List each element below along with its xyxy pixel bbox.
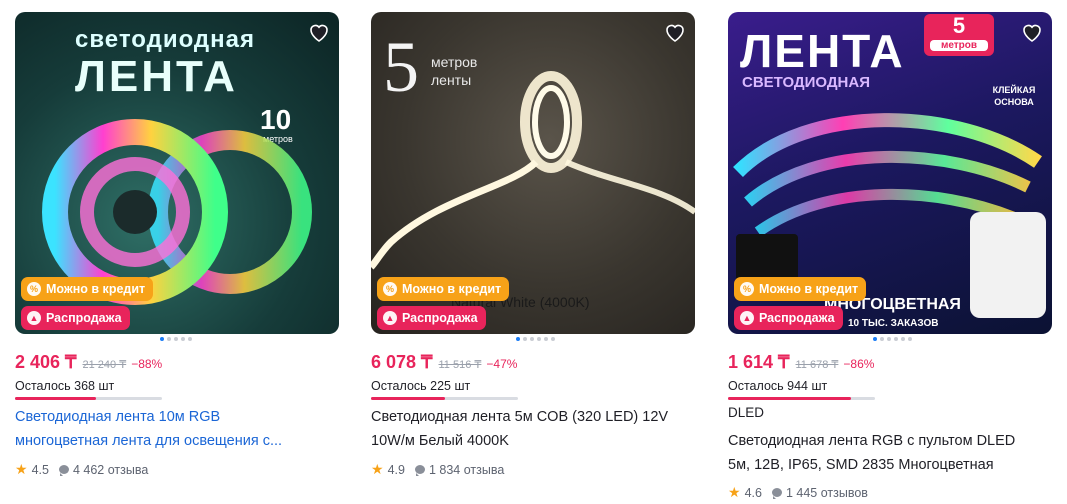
rating-value: 4.6 [744,485,762,500]
title-line[interactable]: 10W/м Белый 4000K [371,429,691,453]
carousel-dot[interactable] [901,337,905,341]
sale-badge: ▲ Распродажа [21,306,130,330]
carousel-dot[interactable] [887,337,891,341]
stock-left: Осталось 944 шт [728,379,828,393]
star-icon: ★ [728,484,741,500]
carousel-dot[interactable] [894,337,898,341]
discount: −88% [131,357,163,371]
discount: −47% [486,357,518,371]
favorite-heart-icon[interactable] [307,20,331,44]
reviews-count[interactable]: 4 462 отзыва [73,463,148,477]
carousel-dot[interactable] [551,337,555,341]
price-row: 2 406 ₸ 21 240 ₸ −88% [15,352,162,373]
carousel-dot[interactable] [873,337,877,341]
carousel-dot[interactable] [908,337,912,341]
credit-icon: % [27,282,41,296]
title-line[interactable]: Светодиодная лента 10м RGB [15,405,335,429]
product-card[interactable]: ЛЕНТА СВЕТОДИОДНАЯ 5 метров КЛЕЙКАЯ ОСНО… [728,12,1052,504]
stock-left: Осталось 225 шт [371,379,471,393]
sale-badge: ▲ Распродажа [377,306,486,330]
carousel-dot[interactable] [537,337,541,341]
brand-name[interactable]: DLED [728,405,764,420]
carousel-dot[interactable] [174,337,178,341]
carousel-dots[interactable] [516,337,555,341]
product-title[interactable]: Светодиодная лента 10м RGB многоцветная … [15,405,335,453]
product-image[interactable]: ЛЕНТА СВЕТОДИОДНАЯ 5 метров КЛЕЙКАЯ ОСНО… [728,12,1052,334]
stock-bar-fill [728,397,852,400]
rating-value: 4.9 [387,462,405,477]
rating-row: ★ 4.9 1 834 отзыва [371,461,504,478]
rating-value: 4.5 [31,462,49,477]
stock-bar-fill [15,397,96,400]
price-row: 1 614 ₸ 11 678 ₸ −86% [728,352,874,373]
stock-bar [728,397,875,400]
carousel-dot[interactable] [167,337,171,341]
reviews-count[interactable]: 1 834 отзыва [429,463,504,477]
reviews-bubble-icon [771,488,782,499]
title-line[interactable]: Светодиодная лента 5м COB (320 LED) 12V [371,405,691,429]
sale-badge-label: Распродажа [46,311,122,325]
reviews-count[interactable]: 1 445 отзывов [786,486,868,500]
carousel-dot[interactable] [181,337,185,341]
carousel-dots[interactable] [160,337,192,341]
fire-icon: ▲ [383,311,397,325]
old-price: 11 678 ₸ [795,359,839,371]
sale-badge-label: Распродажа [759,311,835,325]
carousel-dot[interactable] [530,337,534,341]
favorite-heart-icon[interactable] [1020,20,1044,44]
carousel-dot[interactable] [516,337,520,341]
credit-badge-label: Можно в кредит [46,282,146,296]
star-icon: ★ [371,461,384,477]
image-bottom-text2: 10 ТЫС. ЗАКАЗОВ [848,318,939,329]
sale-badge: ▲ Распродажа [734,306,843,330]
stock-left: Осталось 368 шт [15,379,115,393]
title-line[interactable]: многоцветная лента для освещения с... [15,429,335,453]
favorite-heart-icon[interactable] [663,20,687,44]
product-title[interactable]: Светодиодная лента RGB с пультом DLED 5м… [728,429,1048,477]
stock-bar [15,397,162,400]
product-image[interactable]: 5 метров ленты Natural White (4000K) % М… [371,12,695,334]
current-price: 2 406 ₸ [15,352,77,372]
product-image[interactable]: светодиодная ЛЕНТА 10 метров % Можно в к… [15,12,339,334]
product-card[interactable]: светодиодная ЛЕНТА 10 метров % Можно в к… [15,12,339,504]
price-row: 6 078 ₸ 11 516 ₸ −47% [371,352,517,373]
old-price: 11 516 ₸ [438,359,482,371]
rating-row: ★ 4.6 1 445 отзывов [728,484,868,501]
credit-badge: % Можно в кредит [21,277,154,301]
carousel-dot[interactable] [523,337,527,341]
old-price: 21 240 ₸ [82,359,127,371]
reviews-bubble-icon [414,465,425,476]
star-icon: ★ [15,461,28,477]
credit-badge-label: Можно в кредит [759,282,859,296]
credit-badge-label: Можно в кредит [402,282,502,296]
credit-badge: % Можно в кредит [734,277,867,301]
product-title[interactable]: Светодиодная лента 5м COB (320 LED) 12V … [371,405,691,453]
carousel-dot[interactable] [880,337,884,341]
sale-badge-label: Распродажа [402,311,478,325]
discount: −86% [843,357,875,371]
stock-bar [371,397,518,400]
credit-badge: % Можно в кредит [377,277,510,301]
current-price: 1 614 ₸ [728,352,790,372]
reviews-bubble-icon [58,465,69,476]
carousel-dot[interactable] [544,337,548,341]
rating-row: ★ 4.5 4 462 отзыва [15,461,148,478]
fire-icon: ▲ [27,311,41,325]
current-price: 6 078 ₸ [371,352,433,372]
credit-icon: % [740,282,754,296]
title-line[interactable]: Светодиодная лента RGB с пультом DLED [728,429,1048,453]
credit-icon: % [383,282,397,296]
stock-bar-fill [371,397,445,400]
carousel-dots[interactable] [873,337,912,341]
fire-icon: ▲ [740,311,754,325]
carousel-dot[interactable] [188,337,192,341]
product-card[interactable]: 5 метров ленты Natural White (4000K) % М… [371,12,695,504]
carousel-dot[interactable] [160,337,164,341]
title-line[interactable]: 5м, 12В, IP65, SMD 2835 Многоцветная [728,453,1048,477]
